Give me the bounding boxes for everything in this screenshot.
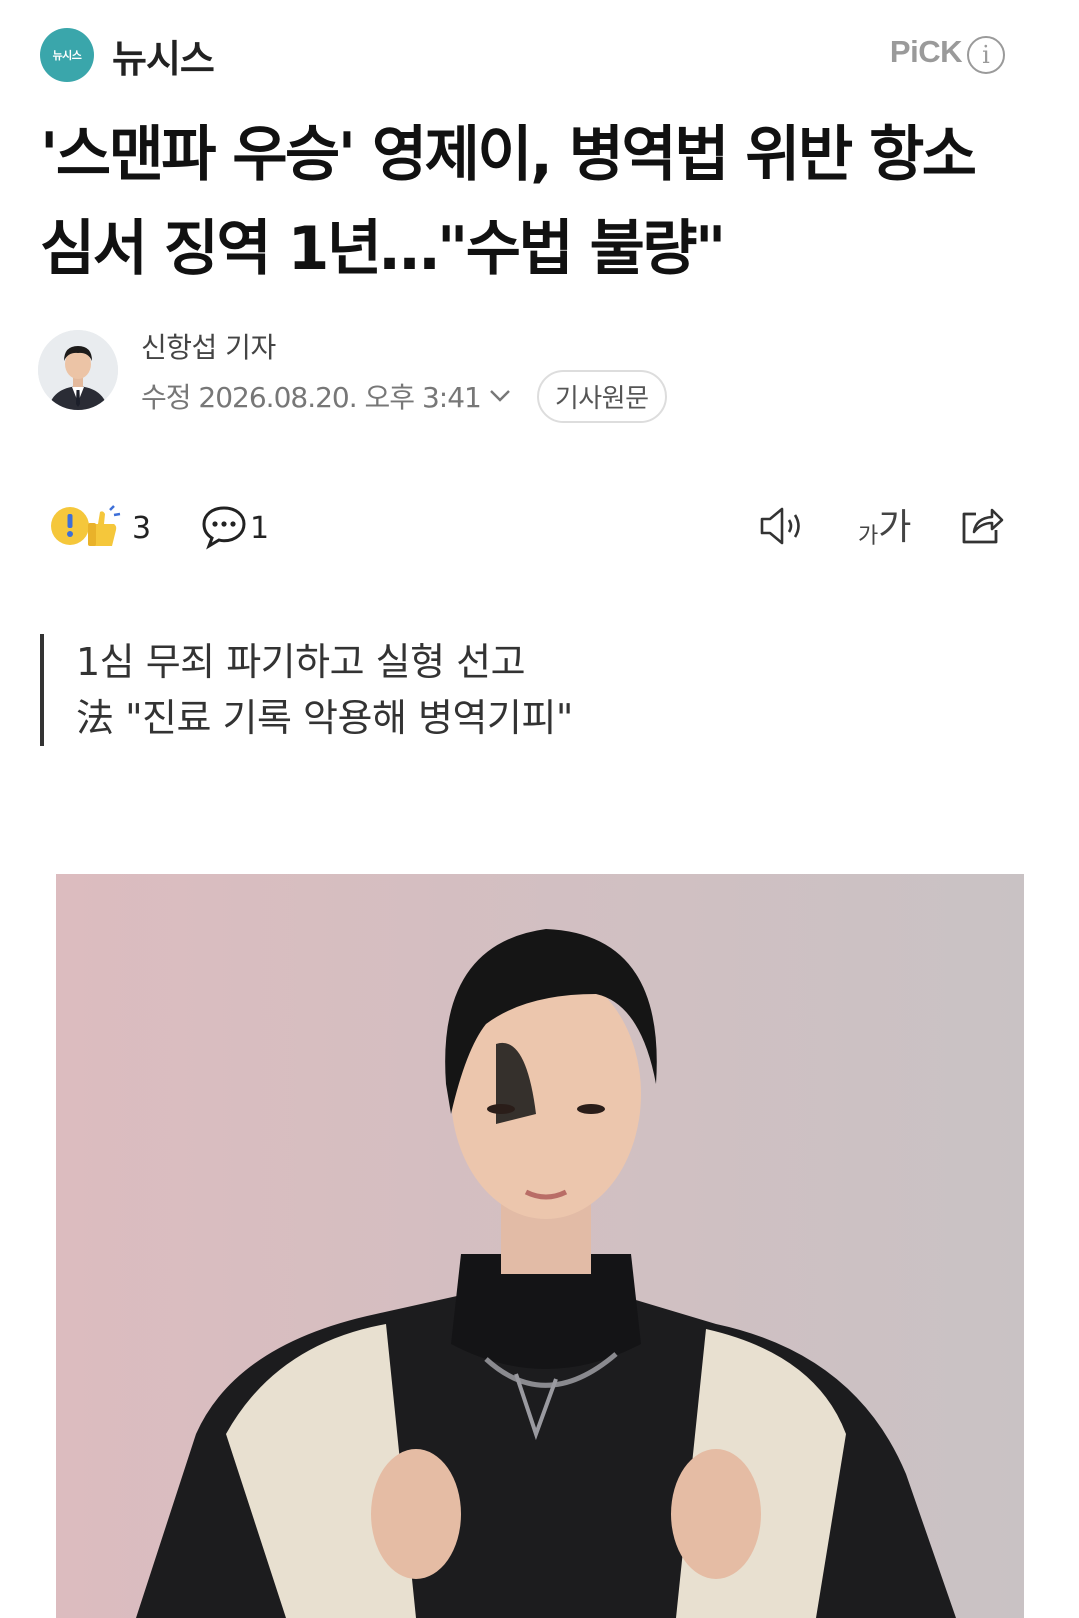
headline-line-2: 심서 징역 1년…"수법 불량"	[40, 214, 726, 284]
reporter-name[interactable]: 신항섭 기자	[141, 326, 276, 366]
font-size-large-label: 가	[878, 507, 912, 548]
comment-icon	[200, 502, 248, 554]
headline-line-1: '스맨파 우승' 영제이, 병역법 위반 항소	[40, 120, 977, 190]
action-bar: 3 1 가 가	[40, 494, 1040, 564]
reaction-button[interactable]: 3	[48, 502, 151, 554]
article-summary: 1심 무죄 파기하고 실형 선고 法 "진료 기록 악용해 병역기피"	[40, 634, 840, 746]
article-photo[interactable]	[56, 874, 1024, 1618]
share-icon[interactable]	[956, 500, 1006, 554]
reporter-avatar[interactable]	[38, 330, 118, 410]
byline: 신항섭 기자 수정 2026.08.20. 오후 3:41 기사원문	[38, 326, 738, 423]
font-size-button[interactable]: 가 가	[858, 502, 911, 550]
meta-line: 수정 2026.08.20. 오후 3:41 기사원문	[141, 369, 667, 423]
audio-icon[interactable]	[756, 502, 808, 554]
comment-button[interactable]: 1	[200, 502, 269, 554]
reaction-icon	[48, 502, 124, 554]
pick-badge: PiCK	[889, 34, 963, 69]
press-name[interactable]: 뉴시스	[112, 28, 215, 83]
headline: '스맨파 우승' 영제이, 병역법 위반 항소 심서 징역 1년…"수법 불량"	[40, 108, 1050, 296]
font-size-small-label: 가	[858, 524, 879, 549]
comment-count: 1	[250, 510, 270, 546]
original-article-button[interactable]: 기사원문	[536, 369, 667, 423]
info-icon[interactable]: i	[967, 36, 1005, 74]
reaction-count: 3	[132, 510, 152, 546]
press-header: 뉴시스 뉴시스 PiCK i	[40, 26, 1040, 82]
press-logo[interactable]: 뉴시스	[40, 28, 94, 82]
chevron-down-icon[interactable]	[487, 383, 513, 409]
timestamp: 수정 2026.08.20. 오후 3:41	[141, 381, 482, 414]
summary-line-1: 1심 무죄 파기하고 실형 선고	[76, 640, 526, 684]
summary-line-2: 法 "진료 기록 악용해 병역기피"	[76, 696, 573, 740]
